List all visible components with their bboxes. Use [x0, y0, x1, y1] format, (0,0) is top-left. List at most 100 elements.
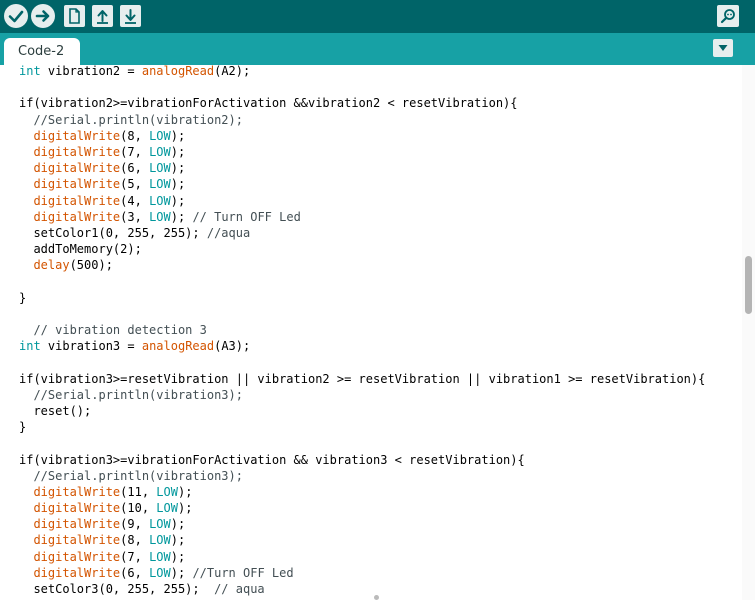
code-token: //aqua — [206, 225, 251, 240]
code-line[interactable] — [19, 435, 705, 451]
tab-menu-button[interactable] — [713, 39, 733, 57]
code-token: ); — [170, 144, 186, 159]
code-token: digitalWrite — [33, 565, 121, 580]
code-line[interactable]: digitalWrite(7, LOW); — [19, 549, 705, 565]
code-token: digitalWrite — [33, 484, 121, 499]
code-token: } — [19, 290, 27, 305]
code-token: digitalWrite — [33, 161, 121, 176]
code-token: if(vibration2>=vibrationForActivation &&… — [19, 96, 518, 111]
upload-button[interactable] — [31, 4, 55, 28]
code-line[interactable]: } — [19, 419, 705, 435]
code-token: LOW — [149, 517, 171, 532]
code-token: if(vibration3>=resetVibration || vibrati… — [19, 371, 706, 386]
code-line[interactable]: digitalWrite(6, LOW); — [19, 160, 705, 176]
code-token: (A3); — [214, 339, 251, 354]
code-line[interactable]: setColor1(0, 255, 255); //aqua — [19, 225, 705, 241]
code-token: delay — [33, 258, 70, 273]
vertical-scrollbar[interactable] — [742, 65, 755, 600]
code-token: LOW — [156, 484, 178, 499]
code-token: digitalWrite — [33, 209, 121, 224]
code-line[interactable] — [19, 79, 705, 95]
code-line[interactable]: int vibration3 = analogRead(A3); — [19, 338, 705, 354]
code-token: if(vibration3>=vibrationForActivation &&… — [19, 452, 525, 467]
code-line[interactable]: // vibration detection 3 — [19, 322, 705, 338]
serial-monitor-button[interactable] — [717, 5, 739, 27]
code-token: //Serial.println(vibration3); — [19, 387, 243, 402]
code-line[interactable]: if(vibration3>=resetVibration || vibrati… — [19, 371, 705, 387]
code-line[interactable]: //Serial.println(vibration3); — [19, 468, 705, 484]
code-token: (6, — [120, 565, 150, 580]
code-line[interactable]: digitalWrite(10, LOW); — [19, 500, 705, 516]
code-line[interactable]: digitalWrite(5, LOW); — [19, 176, 705, 192]
code-token: ); — [177, 501, 193, 516]
code-token: LOW — [149, 565, 171, 580]
code-editor[interactable]: int vibration2 = analogRead(A2); if(vibra… — [0, 65, 742, 600]
code-line[interactable]: digitalWrite(3, LOW); // Turn OFF Led — [19, 209, 705, 225]
code-token: digitalWrite — [33, 501, 121, 516]
arrow-right-icon — [35, 10, 50, 22]
code-token: //Turn OFF Led — [192, 565, 294, 580]
code-token: analogRead — [141, 65, 215, 78]
code-token: digitalWrite — [33, 533, 121, 548]
new-button[interactable] — [64, 5, 85, 27]
code-token: int — [19, 65, 41, 78]
code-token: LOW — [149, 128, 171, 143]
code-token: LOW — [149, 549, 171, 564]
code-token: LOW — [149, 193, 171, 208]
code-token: ); — [170, 193, 186, 208]
code-token: digitalWrite — [33, 549, 121, 564]
code-line[interactable]: digitalWrite(4, LOW); — [19, 193, 705, 209]
code-token: ); — [170, 209, 193, 224]
code-line[interactable]: //Serial.println(vibration2); — [19, 112, 705, 128]
code-token: (7, — [120, 144, 150, 159]
code-line[interactable]: digitalWrite(11, LOW); — [19, 484, 705, 500]
verify-button[interactable] — [4, 4, 28, 28]
resize-handle[interactable] — [374, 595, 379, 600]
code-token: setColor3(0, 255, 255); — [19, 582, 215, 596]
code-line[interactable]: digitalWrite(8, LOW); — [19, 532, 705, 548]
code-line[interactable]: delay(500); — [19, 257, 705, 273]
code-line[interactable]: digitalWrite(7, LOW); — [19, 144, 705, 160]
code-token: (5, — [120, 177, 150, 192]
code-line[interactable]: if(vibration3>=vibrationForActivation &&… — [19, 452, 705, 468]
code-line[interactable] — [19, 354, 705, 370]
code-line[interactable]: reset(); — [19, 403, 705, 419]
code-text[interactable]: int vibration2 = analogRead(A2); if(vibra… — [19, 65, 705, 597]
code-line[interactable]: setColor3(0, 255, 255); // aqua — [19, 581, 705, 597]
code-token: //Serial.println(vibration3); — [19, 468, 243, 483]
scrollbar-thumb[interactable] — [745, 256, 752, 314]
code-line[interactable]: //Serial.println(vibration3); — [19, 387, 705, 403]
code-token: ); — [177, 484, 193, 499]
code-token: analogRead — [141, 339, 215, 354]
code-token: digitalWrite — [33, 177, 121, 192]
code-line[interactable] — [19, 306, 705, 322]
code-line[interactable]: int vibration2 = analogRead(A2); — [19, 65, 705, 79]
code-token: vibration2 = — [40, 65, 142, 78]
open-button[interactable] — [92, 5, 113, 27]
code-token: (A2); — [214, 65, 251, 78]
code-token: (8, — [120, 128, 150, 143]
code-line[interactable]: digitalWrite(9, LOW); — [19, 516, 705, 532]
save-button[interactable] — [120, 5, 141, 27]
code-line[interactable]: digitalWrite(8, LOW); — [19, 128, 705, 144]
tab-code-2[interactable]: Code-2 — [4, 38, 80, 65]
code-line[interactable] — [19, 273, 705, 289]
code-line[interactable]: } — [19, 290, 705, 306]
toolbar — [0, 0, 755, 33]
code-token: //Serial.println(vibration2); — [19, 112, 243, 127]
code-line[interactable]: digitalWrite(6, LOW); //Turn OFF Led — [19, 565, 705, 581]
code-token: setColor1(0, 255, 255); — [19, 225, 207, 240]
code-line[interactable]: if(vibration2>=vibrationForActivation &&… — [19, 95, 705, 111]
arrow-up-icon — [97, 10, 108, 24]
code-line[interactable]: addToMemory(2); — [19, 241, 705, 257]
code-token: int — [19, 339, 41, 354]
code-token: (9, — [120, 517, 150, 532]
